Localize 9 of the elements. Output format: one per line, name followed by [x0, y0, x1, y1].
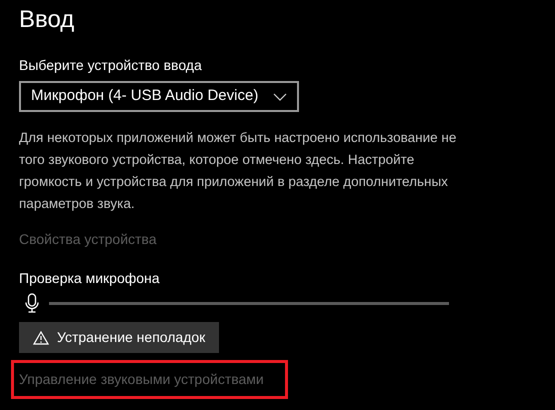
microphone-icon	[25, 293, 39, 313]
device-dropdown[interactable]: Микрофон (4- USB Audio Device)	[19, 81, 299, 112]
field-label: Выберите устройство ввода	[19, 56, 202, 74]
page-title: Ввод	[19, 5, 74, 35]
section-label: Проверка микрофона	[19, 269, 160, 287]
chevron-down-icon	[273, 92, 287, 100]
warning-icon	[33, 330, 49, 344]
troubleshoot-button[interactable]: Устранение неполадок	[19, 322, 219, 353]
info-text: Для некоторых приложений может быть настроено использование не того звукового устройства, которое отмечено здесь. Настройте громкость и устройства для приложений в разделе дополнительных параметров звука.	[19, 129, 458, 213]
